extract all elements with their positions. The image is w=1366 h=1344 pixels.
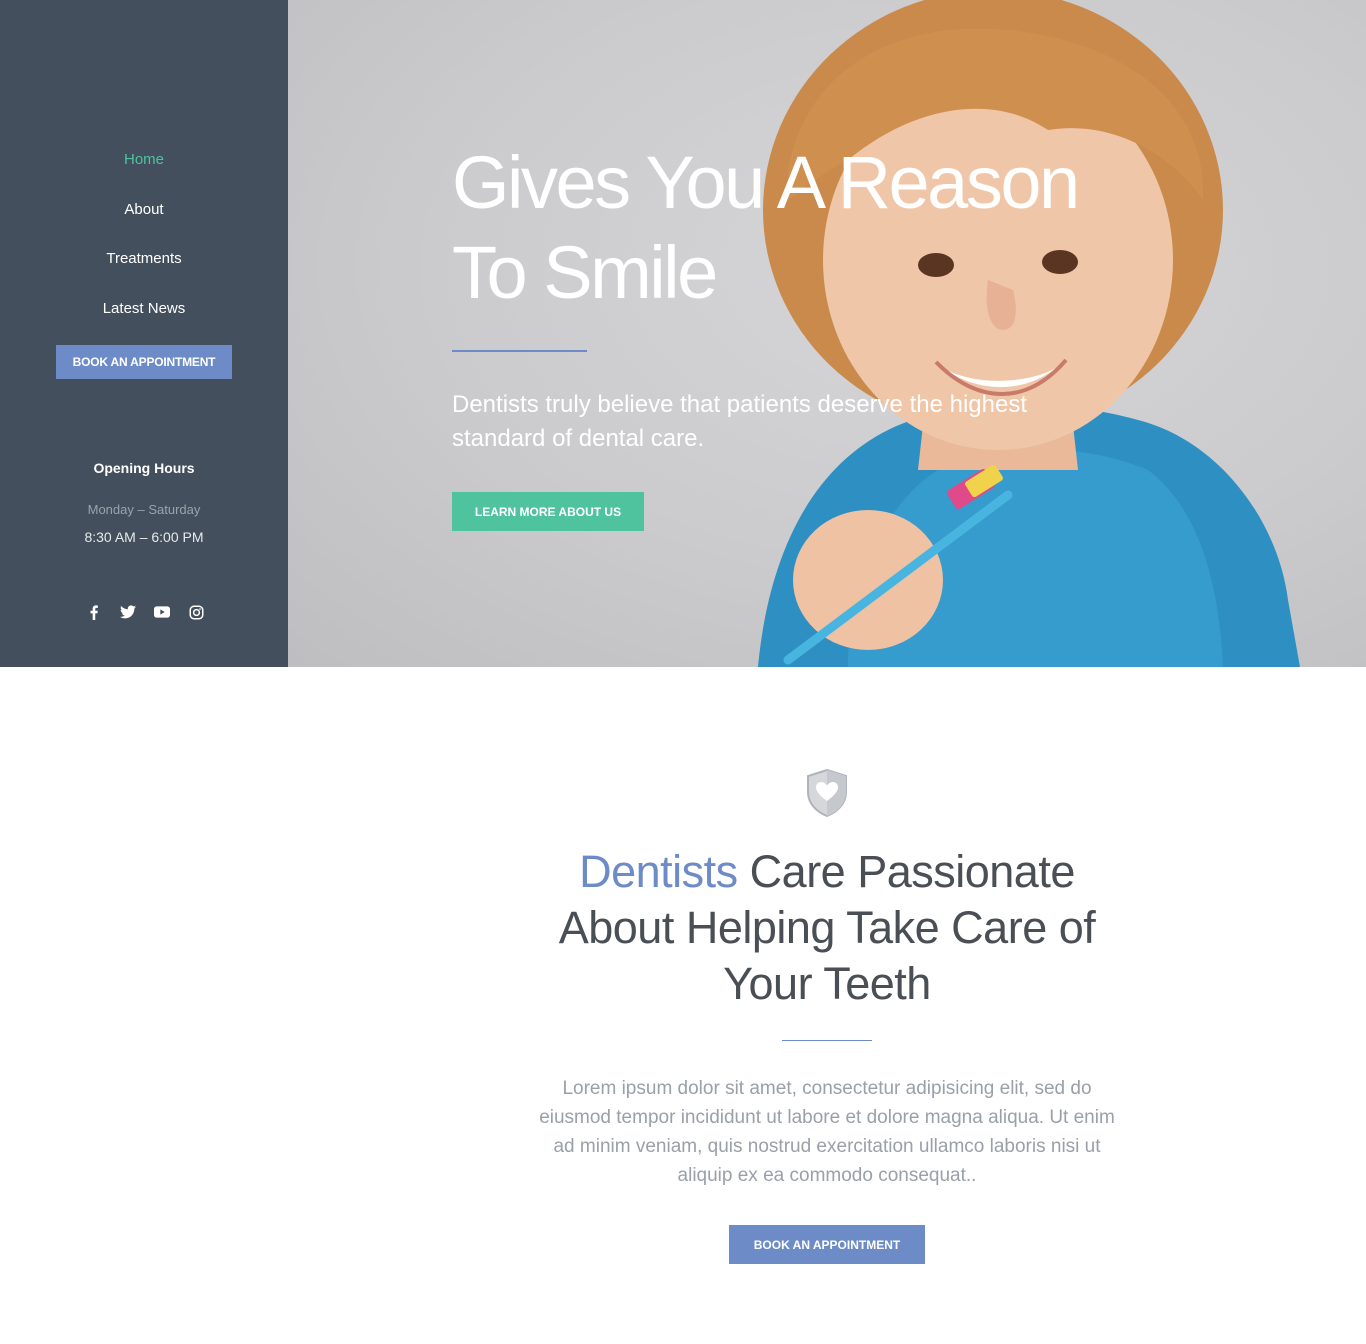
nav-item-about[interactable]: About [0, 198, 288, 222]
sidebar: Home About Treatments Latest News BOOK A… [0, 0, 288, 667]
opening-hours-days: Monday – Saturday [87, 502, 201, 517]
nav-item-latest-news[interactable]: Latest News [0, 297, 288, 321]
facebook-icon[interactable] [85, 603, 103, 621]
hero-title-line-2: To Smile [452, 231, 718, 314]
main-book-appointment-button[interactable]: BOOK AN APPOINTMENT [729, 1225, 925, 1264]
opening-hours-title: Opening Hours [93, 460, 195, 476]
hero-subtitle: Dentists truly believe that patients des… [452, 391, 1027, 452]
learn-more-button[interactable]: LEARN MORE ABOUT US [452, 492, 644, 531]
youtube-icon[interactable] [153, 603, 171, 621]
nav-item-home[interactable]: Home [0, 148, 288, 172]
main-nav: Home About Treatments Latest News [0, 148, 288, 346]
hero-section: Gives You A Reason To Smile Dentists tru… [288, 0, 1366, 667]
main-title-accent: Dentists [579, 846, 738, 897]
sidebar-book-appointment-button[interactable]: BOOK AN APPOINTMENT [56, 345, 232, 379]
social-links [85, 603, 205, 621]
twitter-icon[interactable] [119, 603, 137, 621]
shield-heart-icon [807, 768, 847, 818]
opening-hours-time: 8:30 AM – 6:00 PM [84, 529, 204, 545]
nav-item-treatments[interactable]: Treatments [0, 247, 288, 271]
hero-child-photo [758, 0, 1300, 667]
main-divider [782, 1040, 872, 1041]
hero-title: Gives You A Reason To Smile [452, 138, 1092, 318]
instagram-icon[interactable] [187, 603, 205, 621]
hero-title-line-1: Gives You A Reason [452, 141, 1080, 224]
main-title: Dentists Care Passionate About Helping T… [527, 844, 1127, 1012]
hero-divider [452, 350, 587, 352]
main-body-text: Lorem ipsum dolor sit amet, consectetur … [539, 1078, 1115, 1186]
